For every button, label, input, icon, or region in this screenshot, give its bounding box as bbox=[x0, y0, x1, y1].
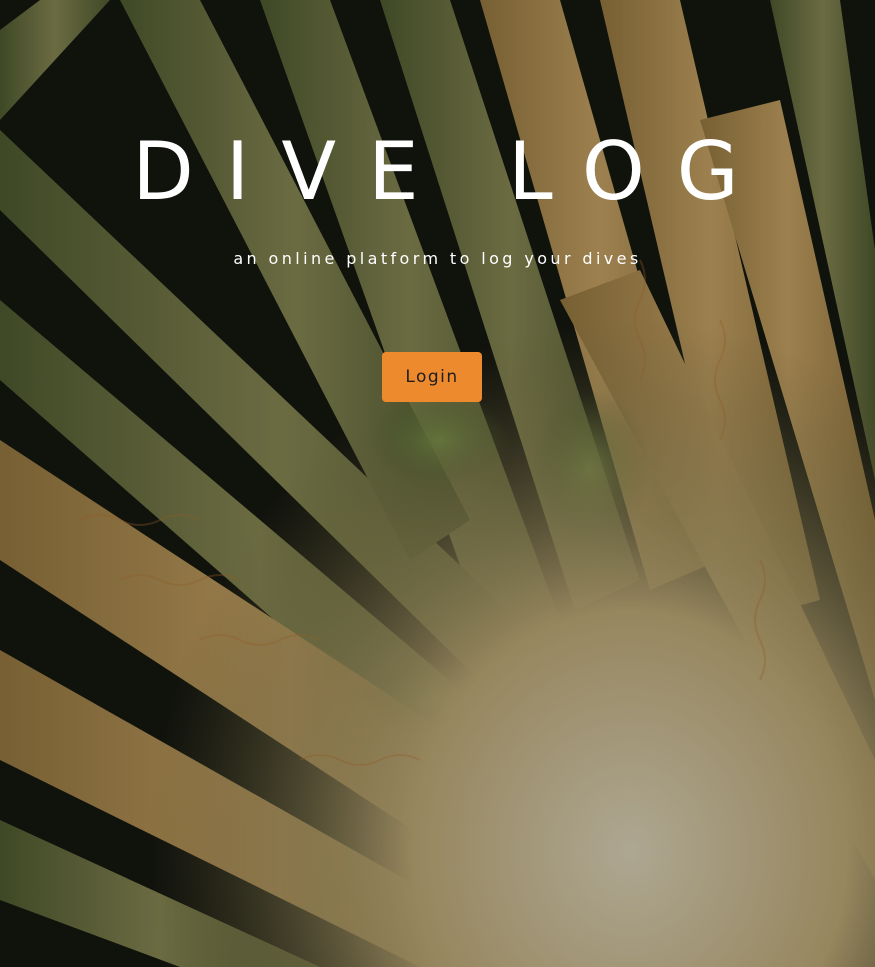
site-tagline: an online platform to log your dives bbox=[233, 249, 642, 268]
site-title: DIVE LOG bbox=[132, 125, 771, 218]
hero-section: DIVE LOG an online platform to log your … bbox=[0, 0, 875, 967]
login-button[interactable]: Login bbox=[382, 352, 482, 402]
